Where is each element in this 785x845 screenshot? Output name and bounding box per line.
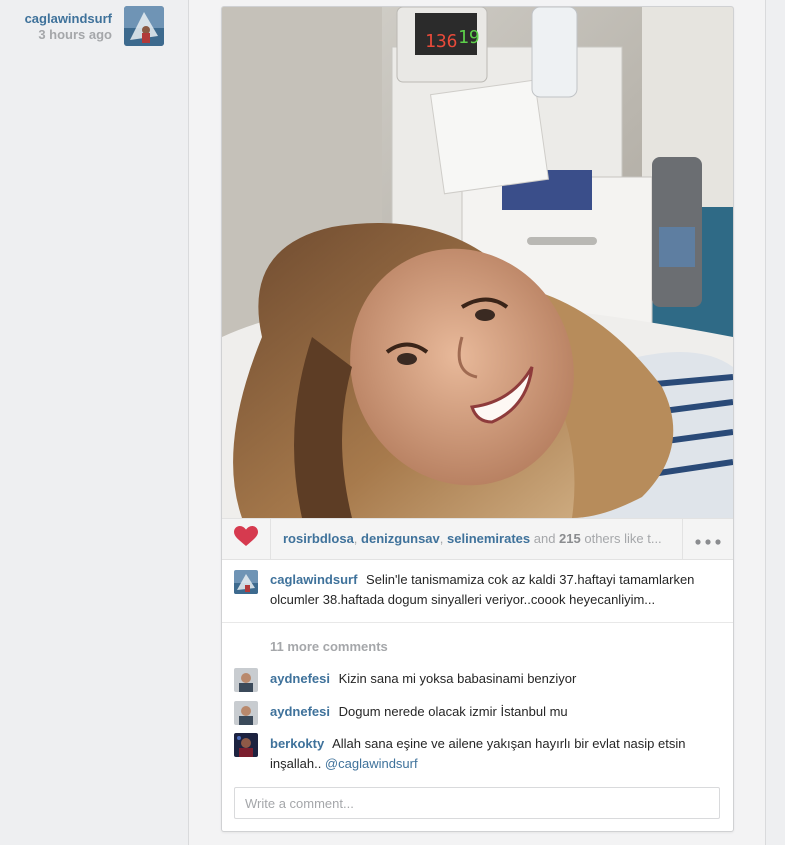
likes-count[interactable]: 215 [559,531,581,546]
right-gutter [765,0,785,845]
post-card: 136 19 rosirbdlosa, denizgunsav, selinem… [221,6,734,832]
monitor-right-value: 19 [458,27,480,48]
author-username-link[interactable]: caglawindsurf [25,11,112,26]
comment-body: Dogum nerede olacak izmir İstanbul mu [338,704,568,719]
mention-link[interactable]: @caglawindsurf [325,756,418,771]
caption-author-avatar[interactable] [234,570,258,594]
comment: aydnefesi Dogum nerede olacak izmir İsta… [270,702,720,722]
heart-icon [234,526,258,552]
comment: aydnefesi Kizin sana mi yoksa babasinami… [270,669,720,689]
author-avatar[interactable] [124,6,164,46]
comment-username-link[interactable]: berkokty [270,736,324,751]
likes-bar: rosirbdlosa, denizgunsav, selinemirates … [222,518,733,560]
post-timestamp: 3 hours ago [38,27,112,42]
monitor-left-value: 136 [425,31,458,52]
comment-username-link[interactable]: aydnefesi [270,704,330,719]
comment-body: Kizin sana mi yoksa babasinami benziyor [338,671,577,686]
likes-separator: , [439,531,448,546]
more-options-button[interactable] [682,519,733,559]
load-more-comments-link[interactable]: 11 more comments [270,639,388,654]
ellipsis-icon [695,528,721,551]
comment-input[interactable] [234,787,720,819]
liker-link[interactable]: denizgunsav [361,531,440,546]
left-column: caglawindsurf 3 hours ago [0,0,189,845]
likes-fade [662,519,682,559]
commenter-avatar[interactable] [234,668,258,692]
likes-and-text: and [530,531,560,546]
liker-link[interactable]: selinemirates [447,531,530,546]
comment: berkokty Allah sana eşine ve ailene yakı… [270,734,720,774]
likes-summary: rosirbdlosa, denizgunsav, selinemirates … [283,531,683,546]
comment-username-link[interactable]: aydnefesi [270,671,330,686]
liker-link[interactable]: rosirbdlosa [283,531,354,546]
caption-username-link[interactable]: caglawindsurf [270,572,357,587]
commenter-avatar[interactable] [234,701,258,725]
caption-text: caglawindsurf Selin'le tanismamiza cok a… [270,570,720,610]
commenter-avatar[interactable] [234,733,258,757]
like-button[interactable] [222,519,271,559]
post-caption: caglawindsurf Selin'le tanismamiza cok a… [222,560,733,623]
post-photo[interactable]: 136 19 [222,7,733,518]
likes-separator: , [353,531,362,546]
likes-others-text: others like t... [580,531,662,546]
